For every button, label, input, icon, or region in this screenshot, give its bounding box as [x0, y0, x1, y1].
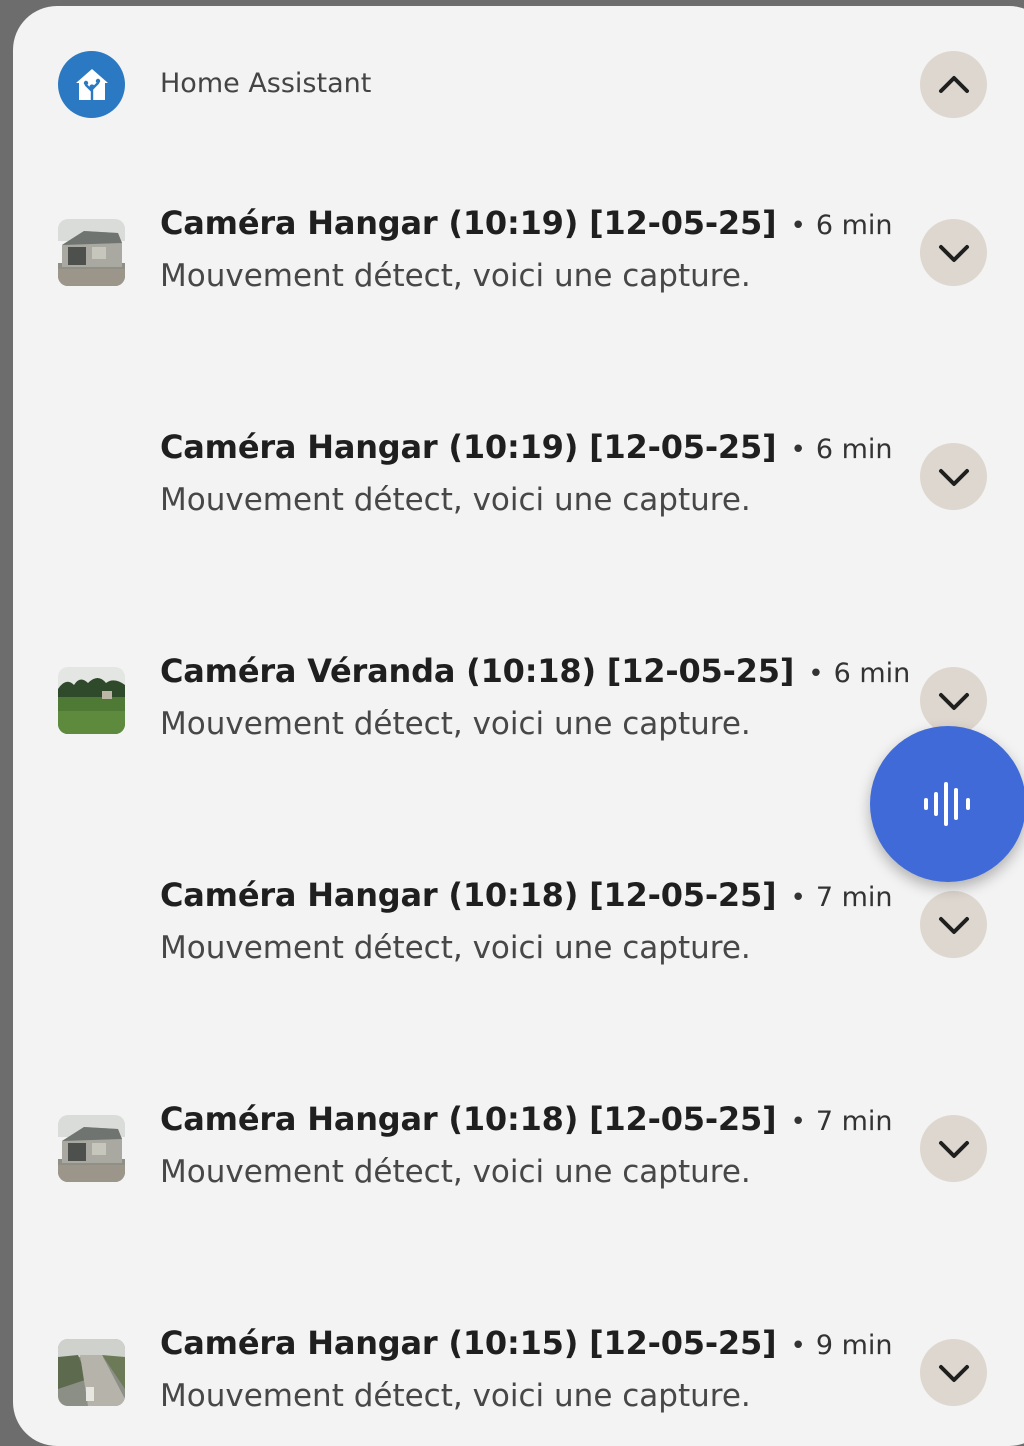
notification-item[interactable]: Caméra Hangar (10:19) [12-05-25] • 6 min M… [13, 390, 1024, 590]
chevron-down-icon [938, 692, 969, 710]
notification-time: 6 min [815, 434, 893, 465]
notification-time: 7 min [815, 882, 893, 913]
expand-button[interactable] [920, 1339, 987, 1406]
chevron-down-icon [938, 1364, 969, 1382]
chevron-up-icon [938, 75, 969, 93]
expand-button[interactable] [920, 667, 987, 734]
notification-thumbnail-garden [58, 667, 125, 734]
notification-title: Caméra Véranda (10:18) [12-05-25] [160, 652, 795, 690]
notification-title: Caméra Hangar (10:19) [12-05-25] [160, 428, 777, 466]
separator: • [790, 1331, 806, 1361]
notification-item[interactable]: Caméra Hangar (10:18) [12-05-25] • 7 min M… [13, 1062, 1024, 1262]
expand-button[interactable] [920, 1115, 987, 1182]
separator: • [790, 435, 806, 465]
collapse-button[interactable] [920, 51, 987, 118]
chevron-down-icon [938, 468, 969, 486]
chevron-down-icon [938, 244, 969, 262]
separator: • [790, 1107, 806, 1137]
notification-body: Mouvement détect, voici une capture. [160, 258, 751, 294]
chevron-down-icon [938, 916, 969, 934]
expand-button[interactable] [920, 219, 987, 286]
app-name: Home Assistant [160, 68, 372, 99]
notification-time: 9 min [815, 1330, 893, 1361]
notification-item[interactable]: Caméra Hangar (10:15) [12-05-25] • 9 min M… [13, 1286, 1024, 1446]
notification-body: Mouvement détect, voici une capture. [160, 930, 751, 966]
notification-body: Mouvement détect, voici une capture. [160, 1378, 751, 1414]
expand-button[interactable] [920, 443, 987, 510]
notification-time: 6 min [833, 658, 911, 689]
notification-item[interactable]: Caméra Hangar (10:18) [12-05-25] • 7 min M… [13, 838, 1024, 1038]
notification-panel: Home Assistant Caméra Hangar (10:19) [12… [13, 6, 1024, 1446]
voice-assist-waveform-icon [924, 782, 970, 826]
notification-title: Caméra Hangar (10:15) [12-05-25] [160, 1324, 777, 1362]
notification-thumbnail-barn [58, 219, 125, 286]
expand-button[interactable] [920, 891, 987, 958]
notification-body: Mouvement détect, voici une capture. [160, 482, 751, 518]
notification-title: Caméra Hangar (10:19) [12-05-25] [160, 204, 777, 242]
separator: • [808, 659, 824, 689]
separator: • [790, 883, 806, 913]
home-assistant-icon [58, 51, 125, 118]
notification-thumbnail-barn [58, 1115, 125, 1182]
voice-assist-button[interactable] [870, 726, 1024, 882]
chevron-down-icon [938, 1140, 969, 1158]
separator: • [790, 211, 806, 241]
notification-title: Caméra Hangar (10:18) [12-05-25] [160, 1100, 777, 1138]
notification-body: Mouvement détect, voici une capture. [160, 1154, 751, 1190]
notification-time: 7 min [815, 1106, 893, 1137]
notification-item[interactable]: Caméra Hangar (10:19) [12-05-25] • 6 min M… [13, 166, 1024, 366]
notification-title: Caméra Hangar (10:18) [12-05-25] [160, 876, 777, 914]
notification-body: Mouvement détect, voici une capture. [160, 706, 751, 742]
notification-time: 6 min [815, 210, 893, 241]
notification-thumbnail-path [58, 1339, 125, 1406]
